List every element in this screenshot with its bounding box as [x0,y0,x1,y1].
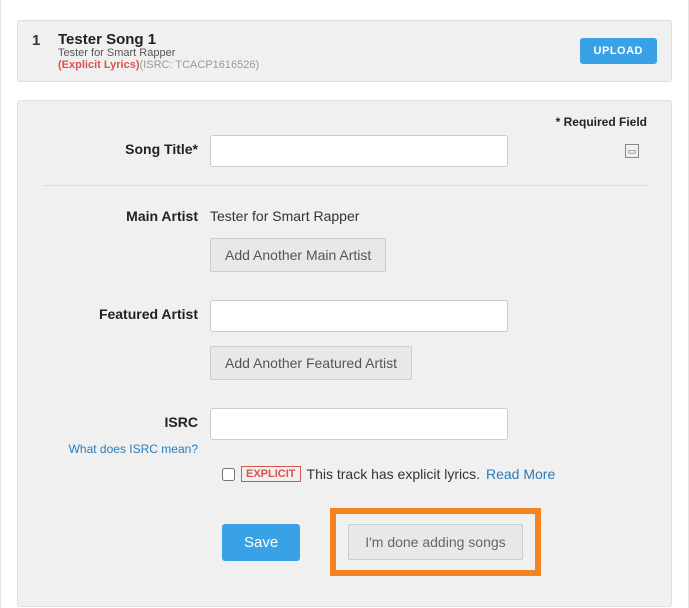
explicit-badge: EXPLICIT [241,466,301,482]
divider [42,185,647,186]
isrc-input[interactable] [210,408,508,440]
done-adding-songs-button[interactable]: I'm done adding songs [348,524,522,560]
song-title-input[interactable] [210,135,508,167]
isrc-tag: (ISRC: TCACP1616526) [140,59,260,71]
isrc-help-link[interactable]: What does ISRC mean? [42,442,210,456]
track-title: Tester Song 1 [58,31,580,48]
explicit-description: This track has explicit lyrics. [307,466,480,482]
highlight-frame: I'm done adding songs [330,508,540,576]
song-title-label: Song Title* [42,135,210,157]
save-button[interactable]: Save [222,524,300,561]
featured-artist-label: Featured Artist [42,300,210,322]
required-field-note: * Required Field [42,115,647,129]
contacts-icon: ▭ [625,144,639,158]
track-row: 1 Tester Song 1 Tester for Smart Rapper … [17,20,672,82]
track-meta: (Explicit Lyrics)(ISRC: TCACP1616526) [58,59,580,71]
add-main-artist-button[interactable]: Add Another Main Artist [210,238,386,272]
read-more-link[interactable]: Read More [486,466,555,482]
track-number: 1 [32,31,58,49]
track-info: Tester Song 1 Tester for Smart Rapper (E… [58,31,580,71]
track-artist: Tester for Smart Rapper [58,47,580,59]
main-artist-label: Main Artist [42,202,210,224]
add-featured-artist-button[interactable]: Add Another Featured Artist [210,346,412,380]
explicit-checkbox[interactable] [222,468,235,481]
song-form: * Required Field Song Title* ▭ Main Arti… [17,100,672,607]
featured-artist-input[interactable] [210,300,508,332]
main-artist-value: Tester for Smart Rapper [210,202,359,224]
isrc-label: ISRC [42,408,210,430]
explicit-lyrics-tag: (Explicit Lyrics) [58,59,140,71]
upload-button[interactable]: UPLOAD [580,38,657,64]
